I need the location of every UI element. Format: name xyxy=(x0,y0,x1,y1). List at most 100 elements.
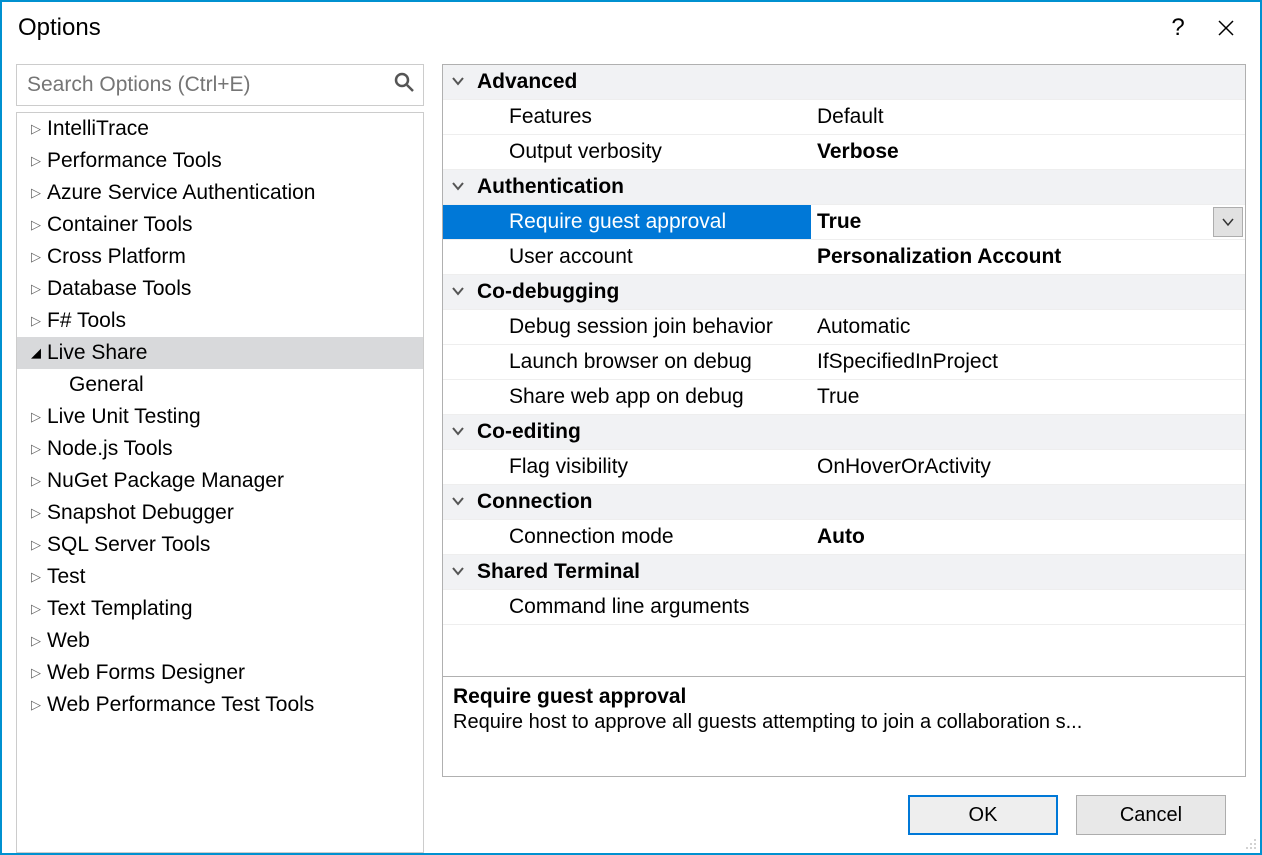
property-row[interactable]: Require guest approvalTrue xyxy=(443,205,1245,240)
collapsed-icon: ▷ xyxy=(31,473,41,489)
close-icon[interactable] xyxy=(1202,10,1250,46)
collapsed-icon: ▷ xyxy=(31,313,41,329)
property-value[interactable]: Automatic xyxy=(811,315,1245,339)
property-value[interactable]: Default xyxy=(811,105,1245,129)
property-description: Require guest approval Require host to a… xyxy=(443,676,1245,776)
tree-item[interactable]: ▷ Database Tools xyxy=(17,273,423,305)
property-label: Flag visibility xyxy=(473,455,811,479)
property-value[interactable]: Personalization Account xyxy=(811,245,1245,269)
collapsed-icon: ▷ xyxy=(31,217,41,233)
tree-item-label: Container Tools xyxy=(47,213,193,237)
property-row[interactable]: Command line arguments xyxy=(443,590,1245,625)
property-row[interactable]: Share web app on debugTrue xyxy=(443,380,1245,415)
tree-item-label: Live Share xyxy=(47,341,147,365)
tree-item[interactable]: ▷F# Tools xyxy=(17,305,423,337)
property-grid[interactable]: AdvancedFeaturesDefaultOutput verbosityV… xyxy=(443,65,1245,676)
chevron-down-icon[interactable] xyxy=(443,282,473,303)
tree-item-label: Test xyxy=(47,565,86,589)
collapsed-icon: ▷ xyxy=(31,441,41,457)
property-row[interactable]: Debug session join behaviorAutomatic xyxy=(443,310,1245,345)
tree-item[interactable]: ▷SQL Server Tools xyxy=(17,529,423,561)
tree-item[interactable]: ▷Web Forms Designer xyxy=(17,657,423,689)
chevron-down-icon[interactable] xyxy=(443,562,473,583)
ok-button[interactable]: OK xyxy=(908,795,1058,835)
window-title: Options xyxy=(18,14,1154,42)
tree-item[interactable]: ▷Web xyxy=(17,625,423,657)
tree-item[interactable]: ▷ Container Tools xyxy=(17,209,423,241)
category-label: Shared Terminal xyxy=(473,560,811,584)
chevron-down-icon[interactable] xyxy=(443,422,473,443)
tree-item-label: Azure Service Authentication xyxy=(47,181,316,205)
collapsed-icon: ▷ xyxy=(31,569,41,585)
chevron-down-icon[interactable] xyxy=(443,492,473,513)
property-label: Debug session join behavior xyxy=(473,315,811,339)
property-row[interactable]: FeaturesDefault xyxy=(443,100,1245,135)
property-value[interactable]: OnHoverOrActivity xyxy=(811,455,1245,479)
category-row[interactable]: Authentication xyxy=(443,170,1245,205)
category-label: Authentication xyxy=(473,175,811,199)
tree-item[interactable]: ▷Azure Service Authentication xyxy=(17,177,423,209)
tree-item[interactable]: ▷ Cross Platform xyxy=(17,241,423,273)
search-icon xyxy=(393,71,415,99)
property-value[interactable]: Auto xyxy=(811,525,1245,549)
collapsed-icon: ▷ xyxy=(31,281,41,297)
property-value[interactable]: Verbose xyxy=(811,140,1245,164)
tree-item-label: Web xyxy=(47,629,90,653)
property-row[interactable]: Flag visibilityOnHoverOrActivity xyxy=(443,450,1245,485)
titlebar: Options ? xyxy=(2,2,1260,50)
dropdown-button[interactable] xyxy=(1213,207,1243,237)
help-icon[interactable]: ? xyxy=(1154,10,1202,46)
property-value[interactable]: True xyxy=(811,385,1245,409)
expanded-icon: ◢ xyxy=(31,345,41,361)
category-row[interactable]: Co-debugging xyxy=(443,275,1245,310)
tree-item-label: Snapshot Debugger xyxy=(47,501,234,525)
property-row[interactable]: Connection modeAuto xyxy=(443,520,1245,555)
property-label: Launch browser on debug xyxy=(473,350,811,374)
tree-item[interactable]: ▷Live Unit Testing xyxy=(17,401,423,433)
tree-item-label: Cross Platform xyxy=(47,245,186,269)
property-value[interactable]: True xyxy=(811,210,1213,234)
tree-item-label: IntelliTrace xyxy=(47,117,149,141)
tree-item[interactable]: ▷Web Performance Test Tools xyxy=(17,689,423,721)
description-text: Require host to approve all guests attem… xyxy=(453,711,1235,734)
property-label: Command line arguments xyxy=(473,595,811,619)
category-label: Advanced xyxy=(473,70,811,94)
collapsed-icon: ▷ xyxy=(31,121,41,137)
category-row[interactable]: Advanced xyxy=(443,65,1245,100)
tree-item-label: Performance Tools xyxy=(47,149,222,173)
chevron-down-icon[interactable] xyxy=(443,72,473,93)
collapsed-icon: ▷ xyxy=(31,537,41,553)
description-title: Require guest approval xyxy=(453,685,1235,709)
tree-item[interactable]: ▷Text Templating xyxy=(17,593,423,625)
property-label: Share web app on debug xyxy=(473,385,811,409)
property-label: Features xyxy=(473,105,811,129)
category-row[interactable]: Connection xyxy=(443,485,1245,520)
tree-item[interactable]: ▷Snapshot Debugger xyxy=(17,497,423,529)
property-row[interactable]: Launch browser on debugIfSpecifiedInProj… xyxy=(443,345,1245,380)
resize-grip-icon[interactable] xyxy=(1243,836,1257,850)
property-value[interactable]: IfSpecifiedInProject xyxy=(811,350,1245,374)
property-label: Connection mode xyxy=(473,525,811,549)
tree-item[interactable]: ▷ Node.js Tools xyxy=(17,433,423,465)
property-label: Require guest approval xyxy=(473,210,811,234)
tree-item[interactable]: General xyxy=(17,369,423,401)
category-row[interactable]: Co-editing xyxy=(443,415,1245,450)
chevron-down-icon[interactable] xyxy=(443,177,473,198)
search-box[interactable] xyxy=(16,64,424,106)
options-tree[interactable]: ▷IntelliTrace▷Performance Tools▷Azure Se… xyxy=(16,112,424,853)
tree-item[interactable]: ◢ Live Share xyxy=(17,337,423,369)
collapsed-icon: ▷ xyxy=(31,409,41,425)
property-row[interactable]: User accountPersonalization Account xyxy=(443,240,1245,275)
cancel-button[interactable]: Cancel xyxy=(1076,795,1226,835)
tree-item-label: Database Tools xyxy=(47,277,191,301)
category-row[interactable]: Shared Terminal xyxy=(443,555,1245,590)
collapsed-icon: ▷ xyxy=(31,249,41,265)
tree-item[interactable]: ▷Performance Tools xyxy=(17,145,423,177)
search-input[interactable] xyxy=(25,72,393,98)
property-row[interactable]: Output verbosityVerbose xyxy=(443,135,1245,170)
tree-item[interactable]: ▷ Test xyxy=(17,561,423,593)
tree-item-label: NuGet Package Manager xyxy=(47,469,284,493)
tree-item[interactable]: ▷ IntelliTrace xyxy=(17,113,423,145)
tree-item-label: Node.js Tools xyxy=(47,437,173,461)
tree-item[interactable]: ▷ NuGet Package Manager xyxy=(17,465,423,497)
